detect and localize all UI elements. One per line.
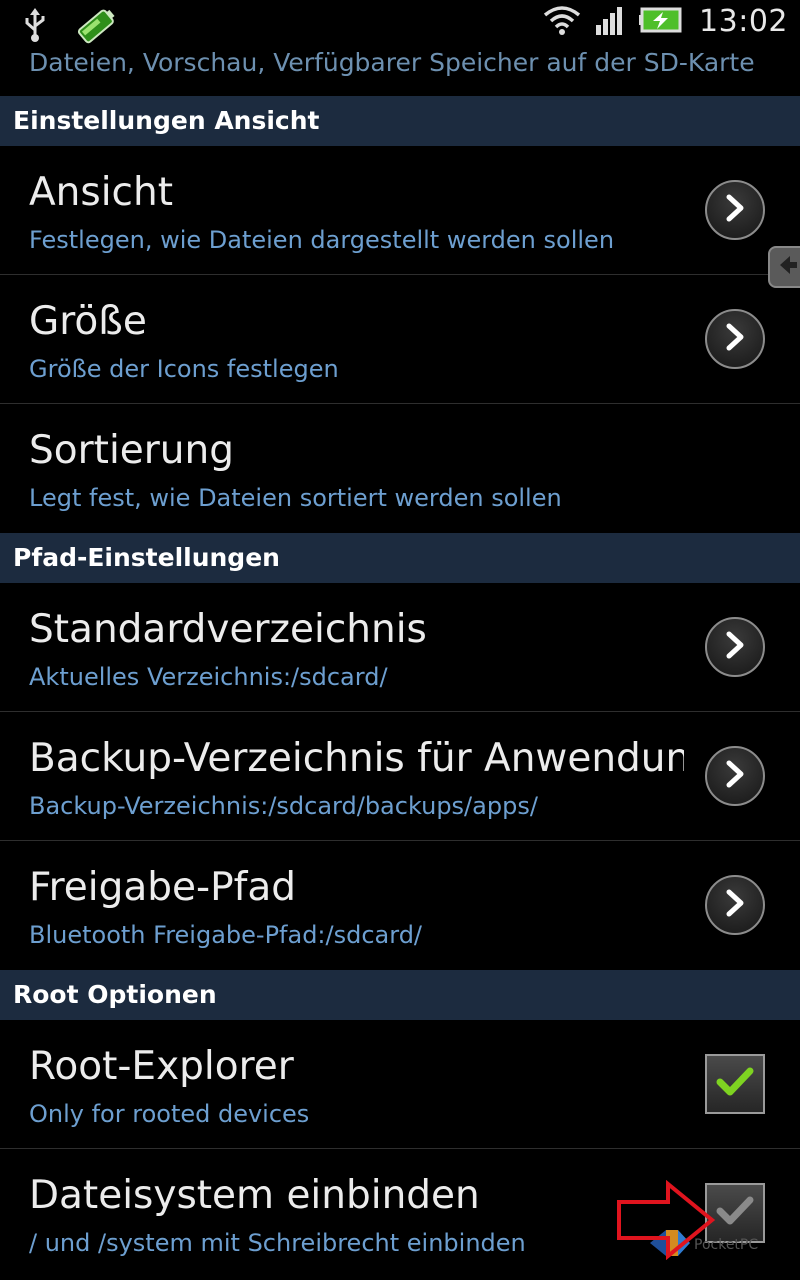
section-header-root: Root Optionen (0, 970, 800, 1020)
item-subtitle: / und /system mit Schreibrecht einbinden (29, 1229, 526, 1257)
settings-item-standardverzeichnis[interactable]: Standardverzeichnis Aktuelles Verzeichni… (0, 583, 800, 712)
annotation-arrow-icon (616, 1179, 716, 1264)
settings-item-root-explorer[interactable]: Root-Explorer Only for rooted devices (0, 1020, 800, 1149)
item-subtitle: Legt fest, wie Dateien sortiert werden s… (29, 484, 562, 512)
checkmark-icon (715, 1065, 755, 1103)
settings-item-ansicht[interactable]: Ansicht Festlegen, wie Dateien dargestel… (0, 146, 800, 275)
chevron-right-button[interactable] (705, 180, 765, 240)
chevron-right-icon (722, 630, 748, 664)
item-title: Ansicht (29, 170, 174, 215)
settings-item-sortierung[interactable]: Sortierung Legt fest, wie Dateien sortie… (0, 404, 800, 533)
settings-item-groesse[interactable]: Größe Größe der Icons festlegen (0, 275, 800, 404)
item-subtitle: Bluetooth Freigabe-Pfad:/sdcard/ (29, 921, 423, 949)
section-header-pfad: Pfad-Einstellungen (0, 533, 800, 583)
section-header-ansicht: Einstellungen Ansicht (0, 96, 800, 146)
item-subtitle: Größe der Icons festlegen (29, 355, 339, 383)
item-title: Root-Explorer (29, 1044, 294, 1089)
item-title: Größe (29, 299, 147, 344)
item-title: Standardverzeichnis (29, 607, 427, 652)
item-title: Backup-Verzeichnis für Anwendungen (29, 736, 684, 781)
settings-list: Einstellungen Ansicht Ansicht Festlegen,… (0, 96, 800, 1278)
settings-item-freigabe-pfad[interactable]: Freigabe-Pfad Bluetooth Freigabe-Pfad:/s… (0, 841, 800, 970)
back-arrow-icon (778, 254, 798, 280)
status-bar: 13:02 (0, 0, 800, 50)
item-subtitle: Only for rooted devices (29, 1100, 310, 1128)
battery-charging-icon (639, 6, 685, 38)
settings-item-backup-verzeichnis[interactable]: Backup-Verzeichnis für Anwendungen Backu… (0, 712, 800, 841)
wifi-icon (543, 5, 581, 39)
signal-icon (595, 5, 625, 39)
root-explorer-checkbox[interactable] (705, 1054, 765, 1114)
side-panel-handle[interactable] (768, 246, 800, 288)
item-title: Freigabe-Pfad (29, 865, 296, 910)
item-subtitle: Backup-Verzeichnis:/sdcard/backups/apps/ (29, 792, 538, 820)
usb-icon (22, 8, 48, 46)
previous-item-subtitle: Dateien, Vorschau, Verfügbarer Speicher … (29, 48, 755, 77)
battery-app-icon (74, 6, 118, 48)
item-subtitle: Aktuelles Verzeichnis:/sdcard/ (29, 663, 388, 691)
chevron-right-icon (722, 759, 748, 793)
chevron-right-icon (722, 193, 748, 227)
chevron-right-button[interactable] (705, 617, 765, 677)
chevron-right-button[interactable] (705, 875, 765, 935)
chevron-right-icon (722, 322, 748, 356)
chevron-right-button[interactable] (705, 309, 765, 369)
item-title: Sortierung (29, 428, 234, 473)
chevron-right-icon (722, 888, 748, 922)
item-title: Dateisystem einbinden (29, 1173, 480, 1218)
chevron-right-button[interactable] (705, 746, 765, 806)
item-subtitle: Festlegen, wie Dateien dargestellt werde… (29, 226, 615, 254)
status-clock: 13:02 (699, 4, 788, 39)
